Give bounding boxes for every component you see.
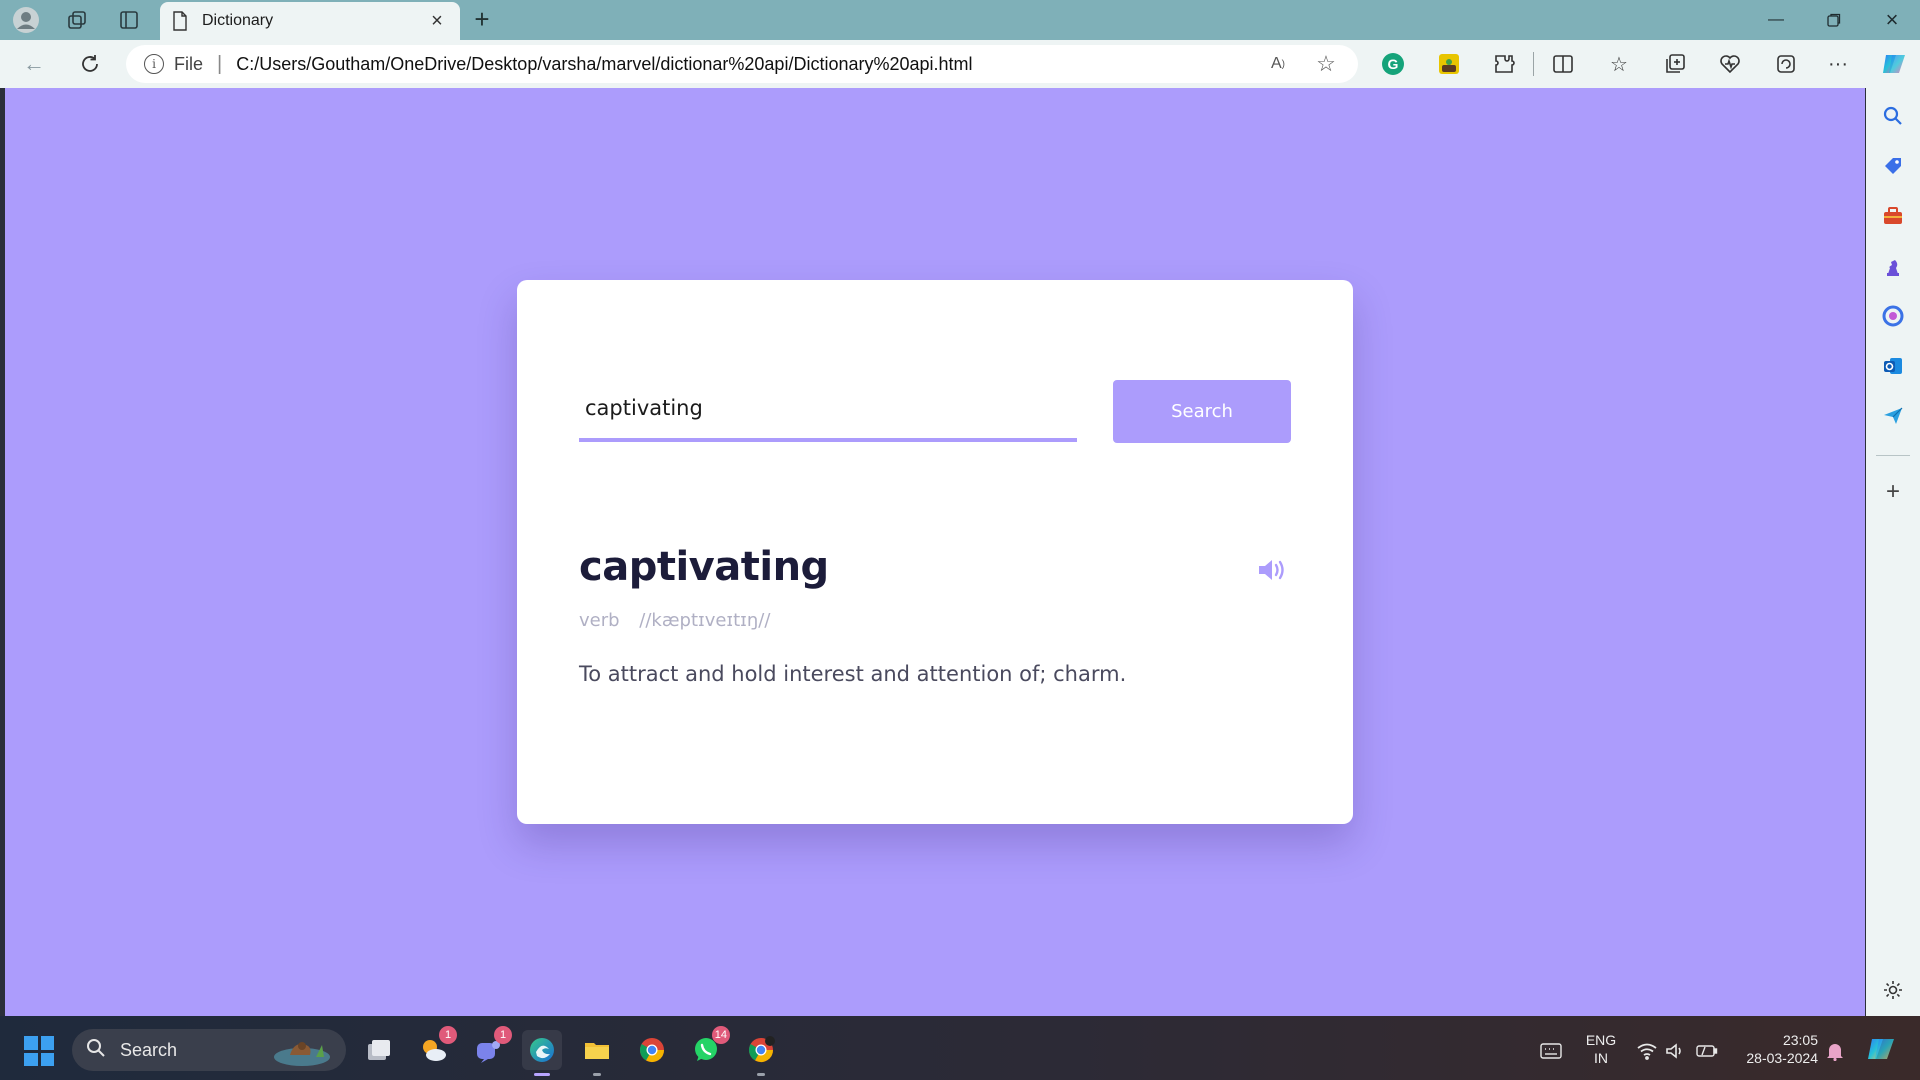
definition-text: To attract and hold interest and attenti…: [579, 662, 1127, 686]
outlook-icon[interactable]: [1879, 352, 1907, 380]
result-word: captivating: [579, 544, 829, 590]
running-app-indicator: [757, 1073, 765, 1076]
clock-date: 28-03-2024: [1746, 1050, 1818, 1066]
performance-icon[interactable]: [1772, 50, 1800, 78]
address-separator: |: [217, 52, 223, 75]
chess-icon[interactable]: [1879, 252, 1907, 280]
edge-icon[interactable]: [522, 1030, 562, 1076]
browser-sidebar: +: [1866, 88, 1920, 1016]
more-options-icon[interactable]: ···: [1824, 50, 1852, 78]
speaker-icon[interactable]: [1257, 556, 1293, 586]
page-icon: [173, 11, 187, 31]
favorite-star-icon[interactable]: ☆: [1312, 50, 1340, 78]
new-tab-icon[interactable]: +: [466, 4, 498, 36]
favorites-icon[interactable]: ☆: [1605, 50, 1633, 78]
workspaces-icon[interactable]: [63, 6, 91, 34]
split-screen-icon[interactable]: [1549, 50, 1577, 78]
address-bar[interactable]: i File | C:/Users/Goutham/OneDrive/Deskt…: [126, 45, 1358, 83]
read-aloud-icon[interactable]: A): [1264, 50, 1292, 78]
close-tab-icon[interactable]: ×: [426, 10, 448, 33]
chrome-profile-icon[interactable]: [741, 1030, 781, 1076]
url-text[interactable]: C:/Users/Goutham/OneDrive/Desktop/varsha…: [236, 54, 1244, 75]
extensions-icon[interactable]: [1490, 50, 1518, 78]
copilot-taskbar-icon[interactable]: [1866, 1034, 1896, 1064]
region-code: IN: [1594, 1050, 1608, 1066]
teams-icon[interactable]: 1: [468, 1026, 512, 1070]
toolbar-divider: [1533, 52, 1534, 76]
close-window-icon[interactable]: ×: [1864, 0, 1920, 40]
settings-icon[interactable]: [1879, 976, 1907, 1004]
search-button[interactable]: Search: [1113, 380, 1291, 443]
search-highlight-icon: [274, 1042, 330, 1066]
refresh-icon[interactable]: [74, 48, 106, 80]
whatsapp-badge: 14: [711, 1026, 730, 1044]
weather-badge: 1: [439, 1026, 457, 1044]
browser-tab[interactable]: Dictionary ×: [160, 2, 460, 40]
word-search-input[interactable]: [579, 378, 1077, 442]
part-of-speech: verb: [579, 610, 620, 631]
browser-toolbar: ← i File | C:/Users/Goutham/OneDrive/Des…: [0, 40, 1920, 88]
taskbar-search-label: Search: [120, 1039, 178, 1060]
back-icon[interactable]: ←: [18, 48, 50, 80]
task-view-icon[interactable]: [358, 1030, 398, 1070]
copilot-icon[interactable]: [1879, 302, 1907, 330]
browser-essentials-icon[interactable]: [1716, 50, 1744, 78]
windows-start-icon[interactable]: [24, 1036, 54, 1066]
restore-icon[interactable]: [1806, 0, 1862, 40]
browser-title-bar: Dictionary × + — ×: [0, 0, 1920, 40]
running-app-indicator: [593, 1073, 601, 1076]
system-clock[interactable]: 23:05 28-03-2024: [1734, 1031, 1818, 1067]
toolbox-icon[interactable]: [1879, 202, 1907, 230]
active-app-indicator: [534, 1073, 550, 1076]
search-icon: [86, 1038, 106, 1063]
sidebar-divider: [1876, 455, 1910, 456]
grammarly-icon[interactable]: G: [1379, 50, 1407, 78]
battery-icon[interactable]: [1696, 1040, 1718, 1062]
file-explorer-icon[interactable]: [577, 1030, 617, 1076]
send-icon[interactable]: [1879, 402, 1907, 430]
add-icon[interactable]: +: [1879, 478, 1907, 506]
windows-taskbar: Search 1 1 14 ENG IN 23:05 28-03-2024: [0, 1016, 1920, 1080]
taskbar-search-box[interactable]: Search: [72, 1029, 346, 1071]
word-details: verb //kæptɪveɪtɪŋ//: [579, 610, 770, 631]
chrome-icon[interactable]: [632, 1030, 672, 1070]
dictionary-card: Search captivating verb //kæptɪveɪtɪŋ// …: [517, 280, 1353, 824]
notification-bell-icon[interactable]: [1824, 1040, 1846, 1062]
volume-icon[interactable]: [1664, 1040, 1686, 1062]
tab-title: Dictionary: [202, 12, 274, 29]
tab-actions-icon[interactable]: [115, 6, 143, 34]
page-viewport: Search captivating verb //kæptɪveɪtɪŋ// …: [5, 88, 1865, 1016]
copilot-icon[interactable]: [1880, 50, 1908, 78]
wifi-icon[interactable]: [1636, 1040, 1658, 1062]
weather-icon[interactable]: 1: [413, 1026, 457, 1070]
language-code: ENG: [1585, 1032, 1617, 1048]
keyboard-icon[interactable]: [1540, 1040, 1562, 1062]
svg-text:G: G: [1388, 56, 1399, 72]
minimize-icon[interactable]: —: [1748, 0, 1804, 40]
language-indicator[interactable]: ENG IN: [1578, 1031, 1624, 1067]
phonetic-text: //kæptɪveɪtɪŋ//: [639, 610, 771, 631]
extension-plant-icon[interactable]: [1435, 50, 1463, 78]
file-scheme-label: File: [174, 53, 204, 74]
collections-icon[interactable]: [1661, 50, 1689, 78]
teams-badge: 1: [494, 1026, 512, 1044]
tag-icon[interactable]: [1879, 152, 1907, 180]
whatsapp-icon[interactable]: 14: [686, 1026, 730, 1070]
info-icon[interactable]: i: [144, 54, 164, 74]
clock-time: 23:05: [1782, 1032, 1818, 1048]
profile-icon[interactable]: [12, 6, 40, 34]
search-icon[interactable]: [1879, 102, 1907, 130]
